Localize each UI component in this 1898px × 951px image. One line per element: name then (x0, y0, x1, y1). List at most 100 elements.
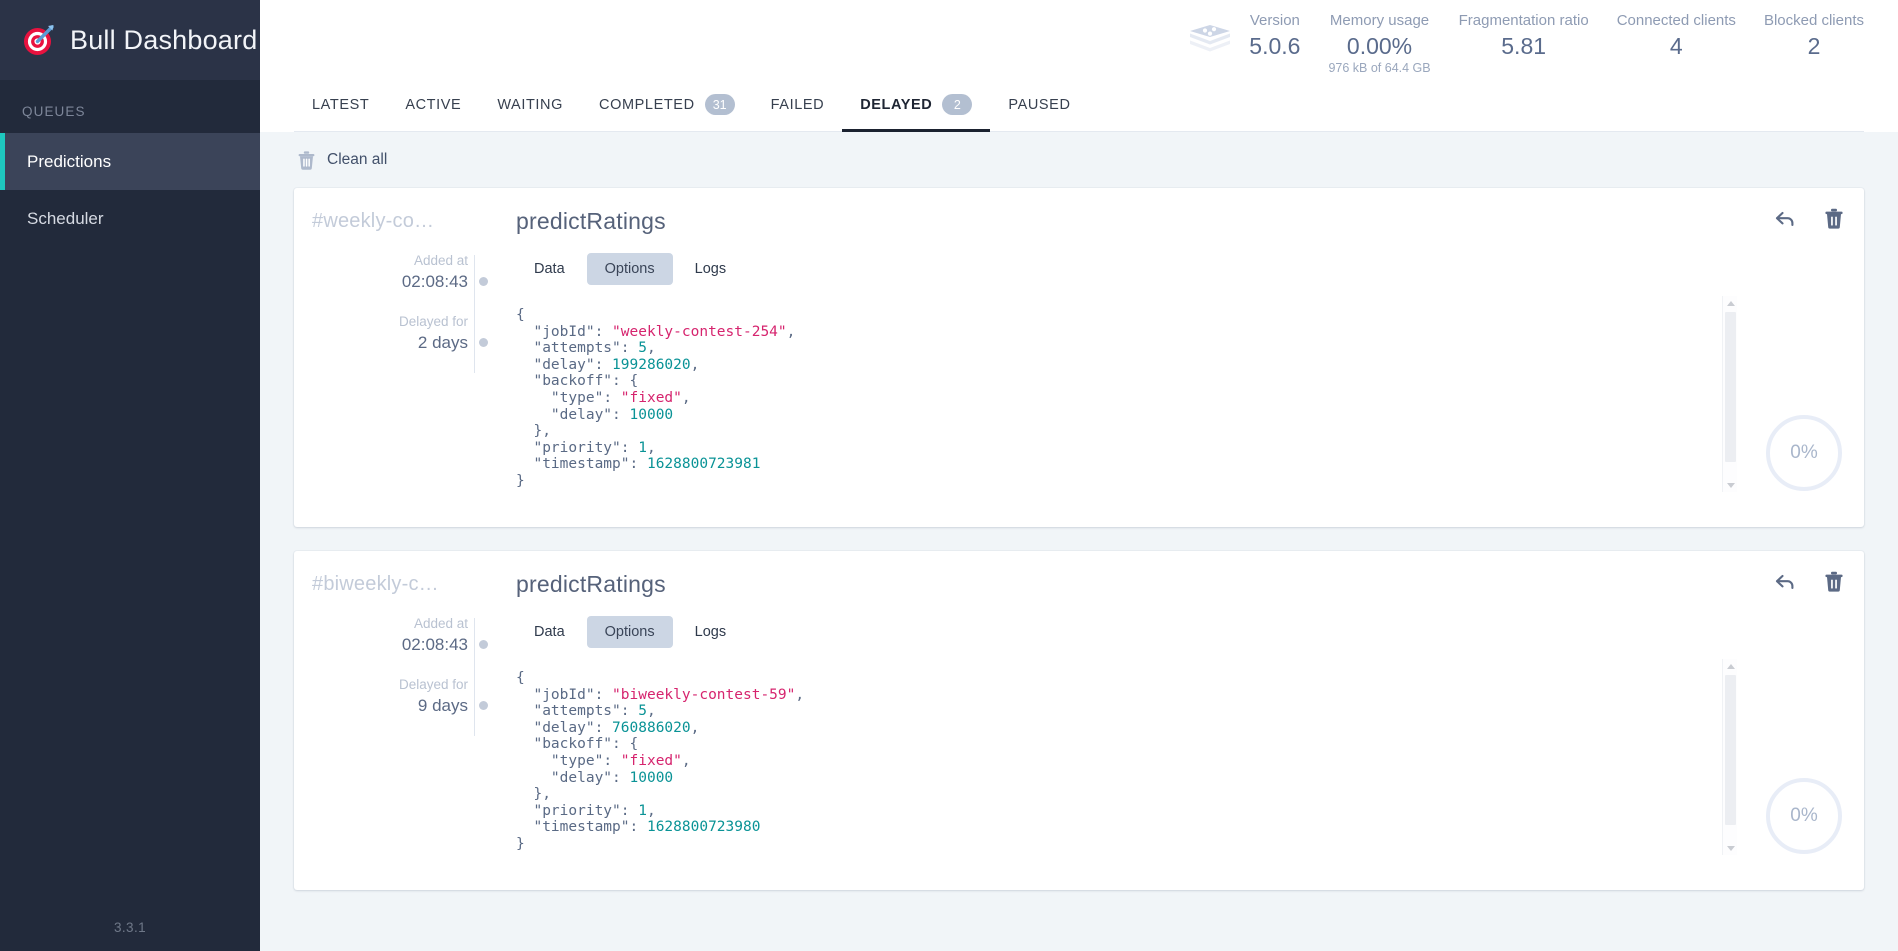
stat-value: 5.0.6 (1249, 33, 1301, 59)
jobs-toolbar: Clean all (294, 132, 1864, 188)
json-scrollbar[interactable] (1722, 659, 1737, 855)
job-tab-options[interactable]: Options (586, 253, 673, 285)
job-id: #weekly-co… (312, 210, 435, 232)
clean-all-button[interactable]: Clean all (298, 150, 388, 170)
status-tabs: LATEST ACTIVE WAITING COMPLETED 31 FAILE… (294, 80, 1864, 132)
timeline-value: 9 days (417, 696, 468, 715)
job-card-actions (1774, 208, 1846, 230)
scroll-up-arrow-icon[interactable] (1723, 659, 1738, 673)
job-progress-ring: 0% (1766, 415, 1842, 491)
tab-latest[interactable]: LATEST (294, 80, 387, 132)
job-timeline: Added at 02:08:43 Delayed for 2 days (312, 251, 490, 373)
stat-label: Fragmentation ratio (1458, 12, 1589, 29)
tab-completed[interactable]: COMPLETED 31 (581, 80, 753, 132)
job-card-rail: 0% (1714, 188, 1864, 527)
job-name: predictRatings (516, 571, 666, 597)
job-card-actions (1774, 571, 1846, 593)
job-progress-value: 0% (1790, 442, 1818, 463)
job-card: #weekly-co… Added at 02:08:43 Delayed fo… (294, 188, 1864, 527)
scrollbar-thumb[interactable] (1725, 675, 1736, 825)
sidebar-version: 3.3.1 (113, 920, 147, 935)
job-detail-tabs: Data Options Logs (516, 616, 1688, 648)
job-id: #biweekly-c… (312, 573, 439, 595)
timeline-label: Added at (413, 253, 468, 268)
sidebar-item-predictions[interactable]: Predictions (0, 133, 260, 190)
job-progress-value: 0% (1790, 805, 1818, 826)
timeline-value: 02:08:43 (401, 272, 468, 291)
tab-delayed[interactable]: DELAYED 2 (842, 80, 991, 132)
stat-version: Version 5.0.6 (1249, 10, 1300, 60)
clean-all-label: Clean all (327, 151, 388, 168)
tab-label: DELAYED (860, 96, 933, 113)
scroll-up-arrow-icon[interactable] (1723, 296, 1738, 310)
job-card: #biweekly-c… Added at 02:08:43 Delayed f… (294, 551, 1864, 890)
timeline-added-at: Added at 02:08:43 (312, 614, 488, 657)
trash-icon[interactable] (1824, 571, 1846, 593)
job-tab-options[interactable]: Options (586, 616, 673, 648)
tab-label: PAUSED (1008, 96, 1071, 113)
scrollbar-thumb[interactable] (1725, 312, 1736, 462)
stat-connected-clients: Connected clients 4 (1617, 10, 1736, 60)
job-tab-logs[interactable]: Logs (677, 253, 744, 285)
job-meta-column: #weekly-co… Added at 02:08:43 Delayed fo… (294, 188, 490, 527)
job-progress-ring: 0% (1766, 778, 1842, 854)
sidebar-item-scheduler[interactable]: Scheduler (0, 190, 260, 247)
app-root: Bull Dashboard QUEUES Predictions Schedu… (0, 0, 1898, 951)
retry-arrow-icon[interactable] (1774, 571, 1796, 593)
tab-label: WAITING (497, 96, 563, 113)
redis-stack-icon (1187, 18, 1233, 64)
tab-waiting[interactable]: WAITING (479, 80, 581, 132)
timeline-delayed-for: Delayed for 2 days (312, 312, 488, 355)
retry-arrow-icon[interactable] (1774, 208, 1796, 230)
job-name: predictRatings (516, 208, 666, 234)
job-detail-tabs: Data Options Logs (516, 253, 1688, 285)
job-meta-column: #biweekly-c… Added at 02:08:43 Delayed f… (294, 551, 490, 890)
sidebar-item-label: Scheduler (27, 208, 104, 228)
job-options-json: { "jobId": "biweekly-contest-59", "attem… (516, 670, 1688, 870)
tab-failed[interactable]: FAILED (753, 80, 843, 132)
tab-label: LATEST (312, 96, 370, 113)
stats-topbar: Version 5.0.6 Memory usage 0.00% 976 kB … (260, 0, 1898, 80)
status-tabs-bar: LATEST ACTIVE WAITING COMPLETED 31 FAILE… (260, 80, 1898, 132)
stat-value: 5.81 (1501, 33, 1547, 59)
stat-label: Connected clients (1616, 12, 1736, 29)
stat-value: 2 (1807, 33, 1821, 59)
json-viewer: { "jobId": "biweekly-contest-59", "attem… (516, 670, 805, 852)
tab-label: FAILED (770, 96, 825, 113)
job-detail-column: predictRatings Data Options Logs { "jobI… (490, 188, 1714, 527)
stat-label: Memory usage (1329, 12, 1430, 29)
stat-label: Blocked clients (1763, 12, 1864, 29)
timeline-value: 02:08:43 (401, 635, 468, 654)
brand-header: Bull Dashboard (0, 0, 260, 80)
tab-paused[interactable]: PAUSED (990, 80, 1088, 132)
timeline-delayed-for: Delayed for 9 days (312, 675, 488, 718)
stats-list: Version 5.0.6 Memory usage 0.00% 976 kB … (1249, 10, 1864, 76)
job-tab-logs[interactable]: Logs (677, 616, 744, 648)
sidebar-section-label: QUEUES (22, 104, 86, 119)
trash-icon[interactable] (1824, 208, 1846, 230)
timeline-label: Added at (413, 616, 468, 631)
job-card-rail: 0% (1714, 551, 1864, 890)
tab-badge-delayed: 2 (942, 94, 973, 115)
scroll-down-arrow-icon[interactable] (1723, 841, 1738, 855)
stat-blocked-clients: Blocked clients 2 (1764, 10, 1864, 60)
stat-value: 0.00% (1346, 33, 1413, 59)
scroll-down-arrow-icon[interactable] (1723, 478, 1738, 492)
stat-memory-usage: Memory usage 0.00% 976 kB of 64.4 GB (1328, 10, 1430, 76)
tab-label: COMPLETED (599, 96, 695, 113)
job-tab-data[interactable]: Data (516, 616, 583, 648)
json-viewer: { "jobId": "weekly-contest-254", "attemp… (516, 307, 796, 489)
stat-label: Version (1249, 12, 1300, 29)
stat-fragmentation-ratio: Fragmentation ratio 5.81 (1459, 10, 1589, 60)
timeline-added-at: Added at 02:08:43 (312, 251, 488, 294)
app-title: Bull Dashboard (70, 24, 258, 55)
json-scrollbar[interactable] (1722, 296, 1737, 492)
timeline-dot-icon (479, 277, 488, 286)
tab-active[interactable]: ACTIVE (387, 80, 479, 132)
job-timeline: Added at 02:08:43 Delayed for 9 days (312, 614, 490, 736)
timeline-label: Delayed for (398, 677, 468, 692)
stat-value: 4 (1669, 33, 1683, 59)
job-tab-data[interactable]: Data (516, 253, 583, 285)
sidebar-item-label: Predictions (27, 151, 112, 171)
